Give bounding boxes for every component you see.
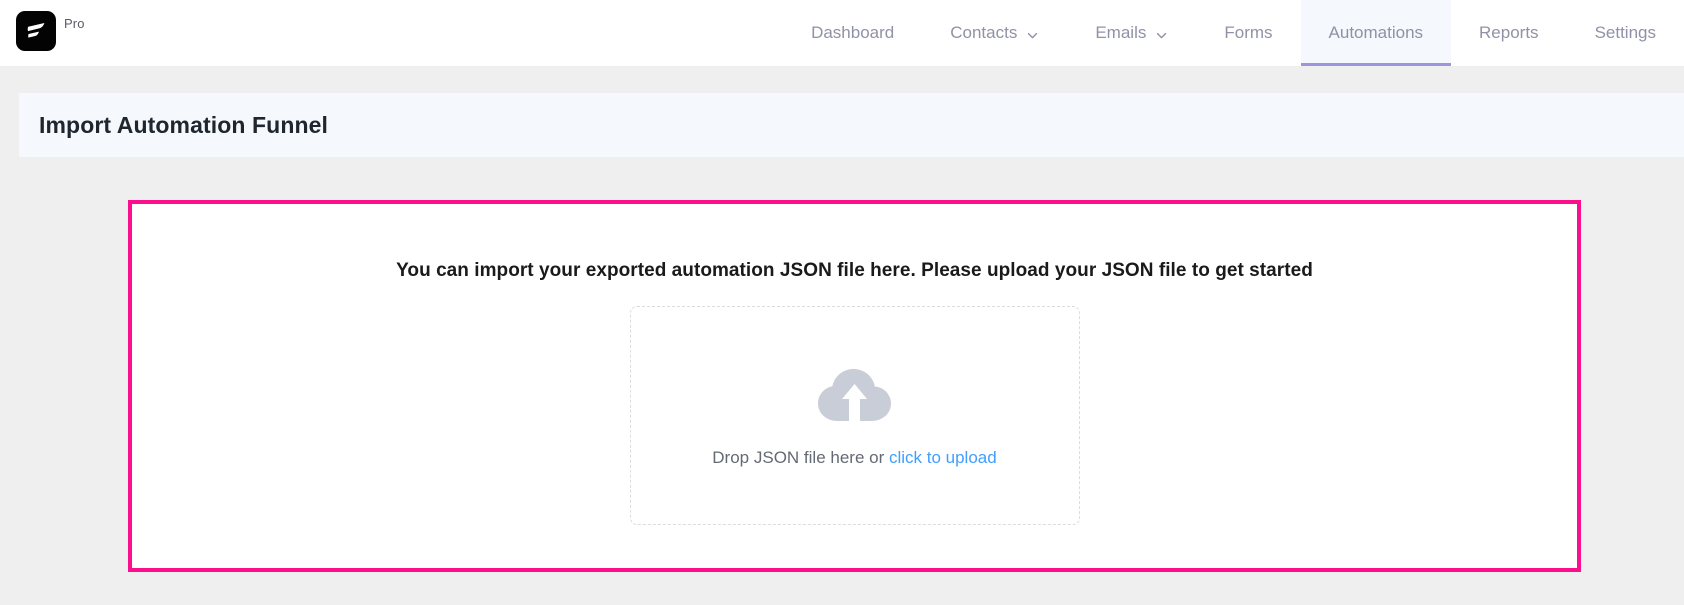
top-navigation-bar: Pro Dashboard Contacts Emails Forms Auto… [0, 0, 1684, 66]
json-file-dropzone[interactable]: Drop JSON file here or click to upload [629, 306, 1080, 525]
cloud-upload-icon [816, 364, 894, 426]
dropzone-prompt: Drop JSON file here or click to upload [712, 448, 996, 468]
nav-item-dashboard[interactable]: Dashboard [783, 0, 922, 66]
nav-item-label: Settings [1594, 23, 1656, 42]
nav-item-emails[interactable]: Emails [1067, 0, 1196, 66]
nav-item-label: Contacts [950, 23, 1018, 42]
nav-item-reports[interactable]: Reports [1451, 0, 1567, 66]
nav-item-label: Automations [1328, 23, 1424, 42]
fluentcrm-logo-icon[interactable] [16, 11, 56, 51]
nav-item-label: Reports [1479, 23, 1539, 42]
nav-item-label: Dashboard [811, 23, 895, 42]
import-automation-panel: You can import your exported automation … [128, 200, 1581, 572]
nav-item-settings[interactable]: Settings [1567, 0, 1684, 66]
brand-logo-area[interactable]: Pro [0, 0, 85, 66]
nav-item-automations[interactable]: Automations [1300, 0, 1452, 66]
nav-item-forms[interactable]: Forms [1196, 0, 1300, 66]
import-instructions-text: You can import your exported automation … [396, 260, 1313, 281]
nav-item-label: Forms [1224, 23, 1273, 42]
dropzone-prompt-text: Drop JSON file here or [712, 447, 889, 467]
chevron-down-icon [1026, 27, 1039, 40]
nav-item-label: Emails [1095, 23, 1147, 42]
plan-badge-label: Pro [64, 16, 85, 31]
nav-item-contacts[interactable]: Contacts [922, 0, 1067, 66]
primary-nav: Dashboard Contacts Emails Forms Automati… [783, 0, 1684, 66]
chevron-down-icon [1155, 27, 1168, 40]
page-title: Import Automation Funnel [39, 111, 329, 138]
page-title-bar: Import Automation Funnel [19, 93, 1684, 157]
click-to-upload-link[interactable]: click to upload [889, 448, 997, 467]
